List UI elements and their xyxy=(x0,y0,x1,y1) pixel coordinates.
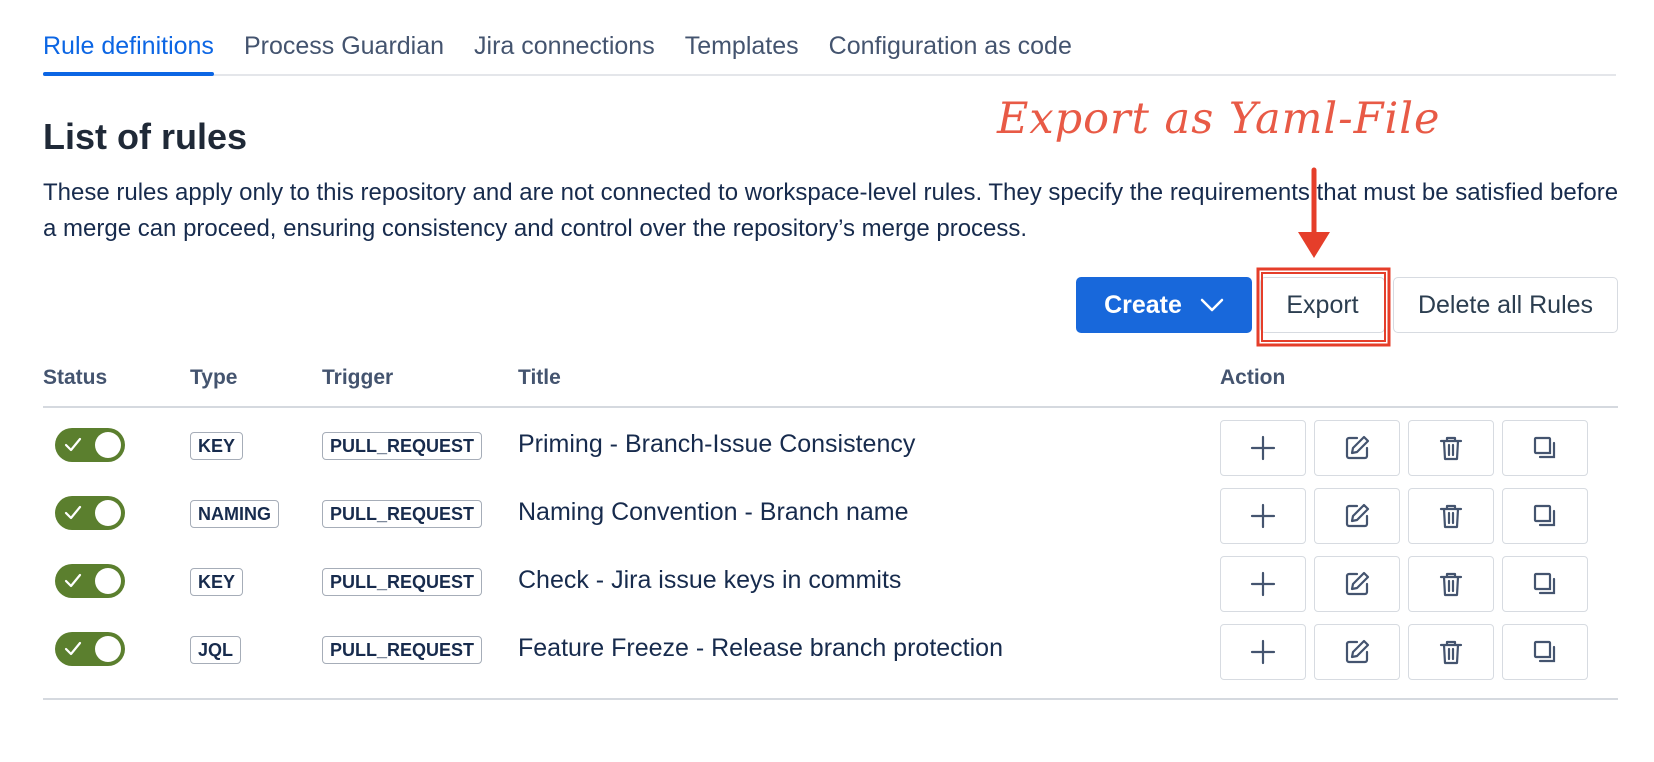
delete-all-rules-button[interactable]: Delete all Rules xyxy=(1393,277,1618,333)
type-badge: KEY xyxy=(190,432,244,460)
toggle-knob xyxy=(95,568,121,594)
toggle-knob xyxy=(95,636,121,662)
duplicate-button[interactable] xyxy=(1502,556,1588,612)
tab-jira-connections[interactable]: Jira connections xyxy=(474,24,655,74)
add-icon xyxy=(1250,435,1276,461)
edit-button[interactable] xyxy=(1314,488,1400,544)
table-row: NAMING PULL_REQUEST Naming Convention - … xyxy=(0,478,1654,550)
type-badge: JQL xyxy=(190,636,242,664)
duplicate-button[interactable] xyxy=(1502,488,1588,544)
edit-button[interactable] xyxy=(1314,556,1400,612)
status-toggle[interactable] xyxy=(55,428,125,462)
rule-title: Naming Convention - Branch name xyxy=(518,498,909,526)
rule-title: Priming - Branch-Issue Consistency xyxy=(518,430,916,458)
tab-process-guardian[interactable]: Process Guardian xyxy=(244,24,444,74)
tab-bar: Rule definitions Process Guardian Jira c… xyxy=(43,24,1616,76)
annotation-text: Export as Yaml-File xyxy=(997,94,1441,144)
tab-rule-definitions[interactable]: Rule definitions xyxy=(43,24,214,76)
check-icon xyxy=(64,437,82,452)
duplicate-icon xyxy=(1533,572,1556,595)
add-button[interactable] xyxy=(1220,556,1306,612)
delete-button[interactable] xyxy=(1408,556,1494,612)
delete-icon xyxy=(1439,504,1463,529)
duplicate-icon xyxy=(1533,504,1556,527)
table-row: KEY PULL_REQUEST Priming - Branch-Issue … xyxy=(0,410,1654,482)
column-header-title: Title xyxy=(518,366,561,389)
column-header-type: Type xyxy=(190,366,238,389)
trigger-badge: PULL_REQUEST xyxy=(322,432,483,460)
add-icon xyxy=(1250,571,1276,597)
delete-button[interactable] xyxy=(1408,488,1494,544)
trigger-badge: PULL_REQUEST xyxy=(322,568,483,596)
tab-configuration-as-code[interactable]: Configuration as code xyxy=(829,24,1072,74)
duplicate-button[interactable] xyxy=(1502,624,1588,680)
rule-title: Check - Jira issue keys in commits xyxy=(518,566,902,594)
status-toggle[interactable] xyxy=(55,564,125,598)
toggle-knob xyxy=(95,432,121,458)
column-header-trigger: Trigger xyxy=(322,366,394,389)
column-header-action: Action xyxy=(1220,366,1286,389)
status-toggle[interactable] xyxy=(55,632,125,666)
export-button-label: Export xyxy=(1286,290,1359,319)
edit-button[interactable] xyxy=(1314,624,1400,680)
edit-icon xyxy=(1345,639,1370,664)
create-button-label: Create xyxy=(1104,290,1182,319)
create-button[interactable]: Create xyxy=(1076,277,1252,333)
column-header-status: Status xyxy=(43,366,108,389)
add-button[interactable] xyxy=(1220,488,1306,544)
status-toggle[interactable] xyxy=(55,496,125,530)
trigger-badge: PULL_REQUEST xyxy=(322,500,483,528)
edit-button[interactable] xyxy=(1314,420,1400,476)
duplicate-icon xyxy=(1533,436,1556,459)
add-icon xyxy=(1250,639,1276,665)
delete-icon xyxy=(1439,640,1463,665)
type-badge: KEY xyxy=(190,568,244,596)
rule-title: Feature Freeze - Release branch protecti… xyxy=(518,634,1003,662)
table-header-divider xyxy=(43,406,1618,408)
edit-icon xyxy=(1345,571,1370,596)
edit-icon xyxy=(1345,503,1370,528)
type-badge: NAMING xyxy=(190,500,279,528)
table-row: JQL PULL_REQUEST Feature Freeze - Releas… xyxy=(0,614,1654,686)
check-icon xyxy=(64,573,82,588)
add-button[interactable] xyxy=(1220,420,1306,476)
delete-all-rules-label: Delete all Rules xyxy=(1417,290,1594,319)
delete-button[interactable] xyxy=(1408,624,1494,680)
export-button[interactable]: Export xyxy=(1260,277,1385,333)
check-icon xyxy=(64,505,82,520)
add-button[interactable] xyxy=(1220,624,1306,680)
delete-icon xyxy=(1439,436,1463,461)
delete-icon xyxy=(1439,572,1463,597)
add-icon xyxy=(1250,503,1276,529)
chevron-down-icon xyxy=(1200,298,1224,312)
delete-button[interactable] xyxy=(1408,420,1494,476)
page-title: List of rules xyxy=(43,116,248,157)
duplicate-button[interactable] xyxy=(1502,420,1588,476)
table-footer-divider xyxy=(43,698,1618,700)
page-description: These rules apply only to this repositor… xyxy=(43,179,1619,242)
trigger-badge: PULL_REQUEST xyxy=(322,636,483,664)
toggle-knob xyxy=(95,500,121,526)
edit-icon xyxy=(1345,435,1370,460)
check-icon xyxy=(64,641,82,656)
table-row: KEY PULL_REQUEST Check - Jira issue keys… xyxy=(0,546,1654,618)
tab-templates[interactable]: Templates xyxy=(685,24,799,74)
duplicate-icon xyxy=(1533,640,1556,663)
